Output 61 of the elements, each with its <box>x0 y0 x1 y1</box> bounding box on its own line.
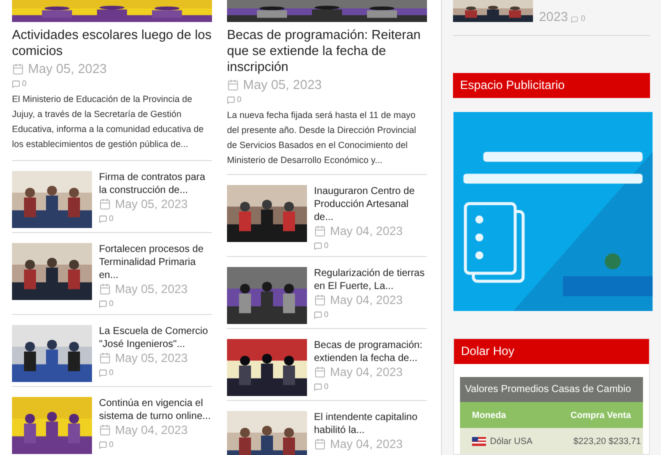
comment-count: 0 <box>580 14 586 23</box>
comment-count: 0 <box>109 367 114 379</box>
article-title[interactable]: Regularización de tierras en El Fuerte, La... <box>314 267 427 293</box>
comment-icon <box>314 242 322 250</box>
comment-count: 0 <box>109 439 114 451</box>
date-text: May 05, 2023 <box>115 198 188 210</box>
date-text: 2023 <box>539 10 568 23</box>
article-title[interactable]: Becas de programación: extienden la fecha de... <box>314 339 427 365</box>
date-text: May 04, 2023 <box>330 438 403 450</box>
comment-icon <box>314 311 322 319</box>
comment-count: 0 <box>109 298 114 310</box>
column-header: Compra Venta <box>570 409 631 421</box>
date-text: May 05, 2023 <box>115 352 188 364</box>
calendar-icon <box>314 366 326 378</box>
calendar-icon <box>227 78 239 90</box>
date-text: May 04, 2023 <box>330 294 403 306</box>
calendar-icon <box>99 352 111 364</box>
article-title[interactable]: El intendente capitalino habilitó la... <box>314 411 427 437</box>
article-title[interactable]: La Escuela de Comercio "José Ingenieros"... <box>99 325 212 351</box>
date-text: May 05, 2023 <box>115 283 188 295</box>
article-title[interactable]: Becas de programación: Reiteran que se extiende la fecha de inscripción <box>227 27 427 75</box>
comment-icon <box>99 441 107 449</box>
calendar-icon <box>99 283 111 295</box>
comment-count: 0 <box>324 309 328 321</box>
calendar-icon <box>314 438 326 450</box>
article-title[interactable]: Fortalecen procesos de Terminalidad Primaria en... <box>99 243 212 282</box>
calendar-icon <box>99 424 111 436</box>
comment-icon <box>570 16 578 23</box>
comment-icon <box>99 215 107 223</box>
date-text: May 04, 2023 <box>330 366 403 378</box>
article-title[interactable]: Actividades escolares luego de los comicios <box>12 27 212 59</box>
table-cell: Dólar USA <box>490 435 533 447</box>
article-excerpt: El Ministerio de Educación de la Provincia de Jujuy, a través de la Secretaría de Gestión Educativa, informa a la comunidad educativa de los establecimientos de gestión pública de... <box>12 93 205 151</box>
comment-count: 0 <box>22 78 26 90</box>
comment-count: 0 <box>109 213 114 225</box>
calendar-icon <box>12 62 24 74</box>
article-excerpt: La nueva fecha fijada será hasta el 11 de mayo del presente año. Desde la Dirección Provincial de Servicios Basados en el Conocimiento del Ministerio de Desarrollo Económico y... <box>227 109 418 167</box>
comment-icon <box>12 80 20 88</box>
comment-icon <box>314 383 322 391</box>
article-title[interactable]: Inauguraron Centro de Producción Artesanal de... <box>314 185 427 224</box>
article-title[interactable]: Firma de contratos para la construcción de... <box>99 171 212 197</box>
comment-icon <box>99 369 107 377</box>
calendar-icon <box>99 198 111 210</box>
section-header: Espacio Publicitario <box>453 72 650 98</box>
date-text: May 05, 2023 <box>243 78 322 91</box>
date-text: May 05, 2023 <box>28 62 107 75</box>
calendar-icon <box>314 294 326 306</box>
date-text: May 04, 2023 <box>330 225 403 237</box>
flag-icon <box>472 436 486 446</box>
table-title: Valores Promedios Casas de Cambio <box>460 377 643 402</box>
comment-count: 0 <box>324 240 328 252</box>
calendar-icon <box>314 225 326 237</box>
comment-icon <box>99 300 107 308</box>
comment-icon <box>227 96 235 104</box>
column-header: Moneda <box>472 409 506 421</box>
comment-count: 0 <box>237 94 242 106</box>
table-cell: $223,20 $233,71 <box>573 435 641 447</box>
comment-count: 0 <box>324 381 328 393</box>
article-title[interactable]: Continúa en vigencia el sistema de turno online... <box>99 397 212 423</box>
section-header: Dolar Hoy <box>454 339 649 364</box>
date-text: May 04, 2023 <box>115 424 188 436</box>
